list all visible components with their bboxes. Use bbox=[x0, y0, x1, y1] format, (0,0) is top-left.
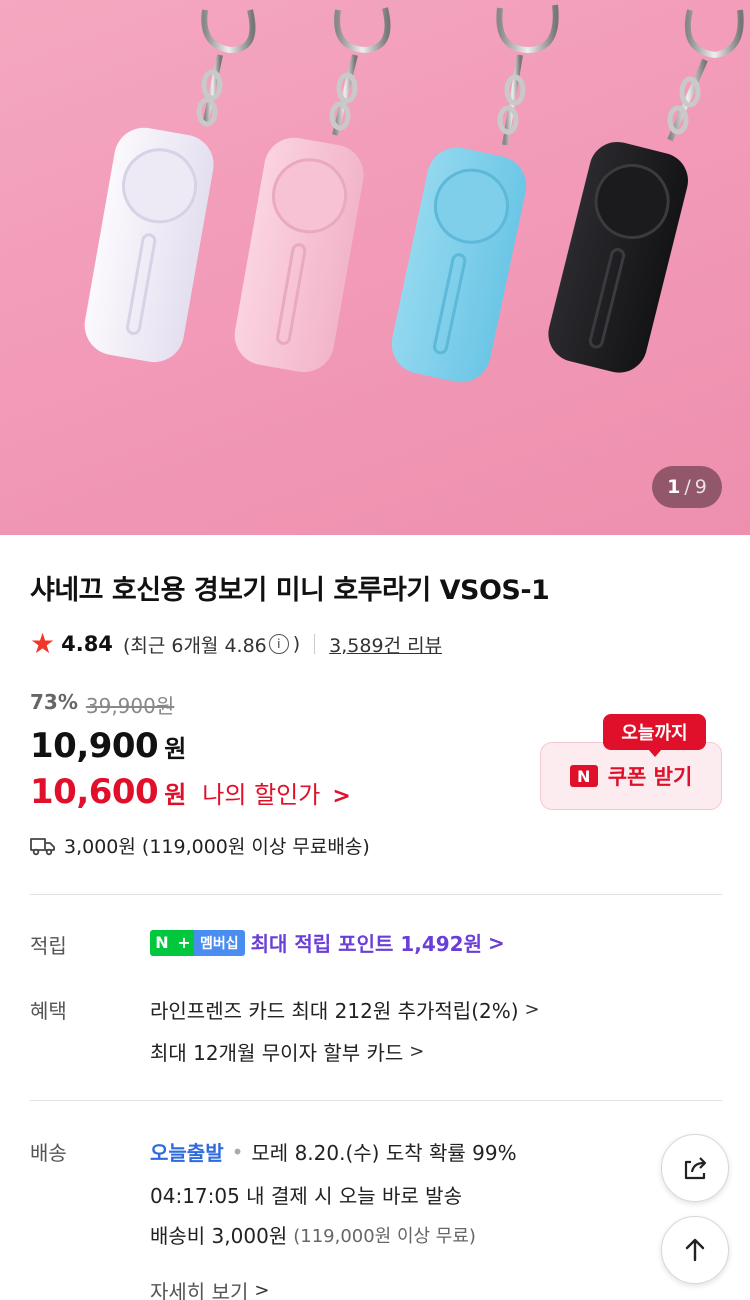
recent-rating-close: ) bbox=[292, 633, 301, 655]
product-image[interactable]: 1 / 9 bbox=[0, 0, 750, 535]
review-count-link[interactable]: 3,589건 리뷰 bbox=[329, 631, 442, 658]
delivery-arrival-row: 오늘출발 • 모레 8.20.(수) 도착 확률 99% bbox=[150, 1137, 517, 1166]
today-shipping-badge: 오늘출발 bbox=[150, 1141, 224, 1165]
delivery-label: 배송 bbox=[30, 1141, 67, 1165]
recent-rating: (최근 6개월 4.86 bbox=[122, 634, 267, 657]
divider bbox=[30, 1100, 722, 1101]
shipping-row: 3,000원 (119,000원 이상 무료배송) bbox=[30, 832, 370, 859]
truck-icon bbox=[30, 837, 55, 855]
shipping-fee-text: 3,000원 (119,000원 이상 무료배송) bbox=[64, 836, 370, 858]
delivery-deadline: 04:17:05 내 결제 시 오늘 바로 발송 bbox=[150, 1184, 462, 1208]
delivery-details-link[interactable]: 자세히 보기 > bbox=[150, 1276, 269, 1300]
points-label: 적립 bbox=[30, 934, 67, 958]
original-price: 39,900원 bbox=[85, 694, 175, 718]
plus-icon: + bbox=[174, 929, 194, 956]
image-counter-current: 1 bbox=[667, 476, 681, 498]
rating-row: ★ 4.84 (최근 6개월 4.86 i ) 3,589건 리뷰 bbox=[30, 630, 442, 658]
my-price-link[interactable]: 10,600 원 나의 할인가 > bbox=[30, 772, 351, 812]
installment-text: 최대 12개월 무이자 할부 카드 bbox=[150, 1041, 404, 1065]
coupon-label: 쿠폰 받기 bbox=[607, 765, 693, 789]
delivery-fee-note: (119,000원 이상 무료) bbox=[293, 1225, 476, 1247]
sale-price: 10,900 bbox=[30, 726, 159, 766]
delivery-fee-row: 배송비 3,000원 (119,000원 이상 무료) bbox=[150, 1220, 476, 1249]
sale-price-row: 10,900 원 bbox=[30, 726, 186, 766]
dot-separator: • bbox=[231, 1139, 244, 1164]
my-price: 10,600 bbox=[30, 772, 159, 812]
image-counter-total: 9 bbox=[694, 476, 707, 498]
divider bbox=[30, 894, 722, 895]
npay-n: N bbox=[150, 929, 174, 956]
product-title: 샤네끄 호신용 경보기 미니 호루라기 VSOS-1 bbox=[30, 575, 550, 606]
details-text: 자세히 보기 bbox=[150, 1280, 249, 1300]
scroll-top-button[interactable] bbox=[661, 1216, 729, 1284]
arrow-up-icon bbox=[685, 1238, 705, 1262]
arrival-text: 모레 8.20.(수) 도착 확률 99% bbox=[251, 1141, 517, 1165]
naver-n-icon: N bbox=[569, 765, 598, 787]
membership-label: 멤버십 bbox=[194, 929, 245, 956]
coupon-deadline-tag: 오늘까지 bbox=[603, 714, 706, 757]
discount-rate: 73% bbox=[30, 690, 78, 714]
perk-card-link[interactable]: 라인프렌즈 카드 최대 212원 추가적립(2%) > bbox=[150, 995, 540, 1024]
rating-score: 4.84 bbox=[61, 632, 113, 656]
image-counter: 1 / 9 bbox=[652, 466, 722, 508]
max-points-text: 최대 적립 포인트 1,492원 bbox=[250, 932, 482, 956]
my-price-label: 나의 할인가 bbox=[202, 781, 321, 809]
perks-label: 혜택 bbox=[30, 999, 67, 1023]
installment-link[interactable]: 최대 12개월 무이자 할부 카드 > bbox=[150, 1037, 424, 1066]
star-icon: ★ bbox=[30, 627, 56, 660]
share-icon bbox=[684, 1157, 707, 1180]
share-button[interactable] bbox=[661, 1134, 729, 1202]
discount-row: 73% 39,900원 bbox=[30, 690, 174, 719]
info-icon[interactable]: i bbox=[268, 634, 289, 654]
sale-price-unit: 원 bbox=[164, 735, 187, 763]
coupon-button[interactable]: N 쿠폰 받기 bbox=[540, 742, 722, 810]
divider bbox=[314, 634, 316, 654]
image-counter-separator: / bbox=[684, 476, 691, 498]
npay-membership-badge: N + 멤버십 bbox=[150, 929, 245, 956]
chevron-right-icon: > bbox=[254, 1280, 270, 1300]
chevron-right-icon: > bbox=[332, 784, 351, 809]
points-link[interactable]: N + 멤버십 최대 적립 포인트 1,492원 > bbox=[150, 928, 505, 957]
my-price-unit: 원 bbox=[164, 781, 187, 809]
perk-card-text: 라인프렌즈 카드 최대 212원 추가적립(2%) bbox=[150, 999, 519, 1023]
delivery-fee: 배송비 3,000원 bbox=[150, 1224, 288, 1248]
chevron-right-icon: > bbox=[524, 999, 540, 1020]
chevron-right-icon: > bbox=[409, 1041, 425, 1062]
keychain-alarms-illustration bbox=[84, 4, 744, 383]
chevron-right-icon: > bbox=[488, 930, 505, 955]
